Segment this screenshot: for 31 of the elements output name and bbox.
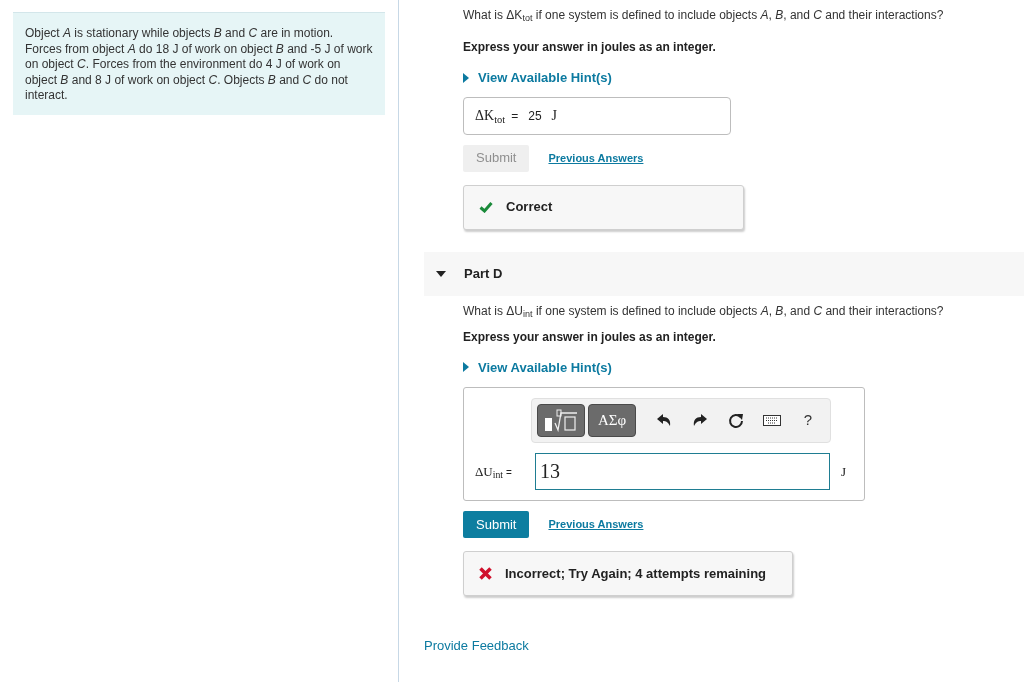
question-text: What is ΔK$_{tot}$ if one system is defined to include objects A, B, and C and their interactions?	[463, 7, 945, 24]
instruction-text: Express your answer in joules as an integer.	[463, 39, 717, 56]
redo-icon	[693, 414, 707, 427]
root-template-icon	[543, 408, 579, 433]
part-header[interactable]: Part D	[424, 251, 1024, 296]
feedback-text: Incorrect; Try Again; 4 attempts remaining	[505, 564, 767, 583]
caret-down-icon	[436, 270, 446, 277]
answer-label: ΔU$_{int}$ =	[475, 462, 513, 482]
cross-icon	[479, 567, 492, 580]
keyboard-icon	[763, 415, 781, 426]
caret-right-icon	[463, 362, 469, 373]
caret-right-icon	[463, 72, 469, 83]
hint-link[interactable]: View Available Hint(s)	[463, 357, 612, 377]
symbols-button[interactable]: ΑΣφ	[588, 404, 636, 437]
check-icon	[479, 201, 493, 213]
hint-link[interactable]: View Available Hint(s)	[463, 68, 612, 88]
unit-label: J	[841, 462, 847, 481]
feedback-text: Correct	[506, 198, 553, 217]
answer-display: ΔK$_{tot}$ = 25 J	[463, 96, 731, 135]
instruction-text: Express your answer in joules as an integer.	[463, 328, 717, 346]
reset-icon	[728, 412, 744, 429]
templates-button[interactable]	[537, 404, 585, 437]
submit-button[interactable]: Submit	[463, 511, 530, 538]
problem-text: Object A is stationary while objects B and C are in motion. Forces from object A do 18 J of work on object B and -5 J of work on object C. Forces from the environment do 4 J of work on object B and 8 J of work on object C. Objects B and C do not interact.	[13, 12, 385, 115]
answer-input[interactable]: 13	[535, 453, 830, 490]
previous-answers-link[interactable]: Previous Answers	[548, 516, 644, 533]
previous-answers-link[interactable]: Previous Answers	[548, 149, 644, 167]
undo-icon	[657, 414, 671, 427]
feedback-link[interactable]: Provide Feedback	[424, 636, 529, 656]
question-text: What is ΔU$_{int}$ if one system is defined to include objects A, B, and C and their interactions?	[463, 302, 945, 320]
help-button[interactable]: ?	[790, 404, 826, 437]
